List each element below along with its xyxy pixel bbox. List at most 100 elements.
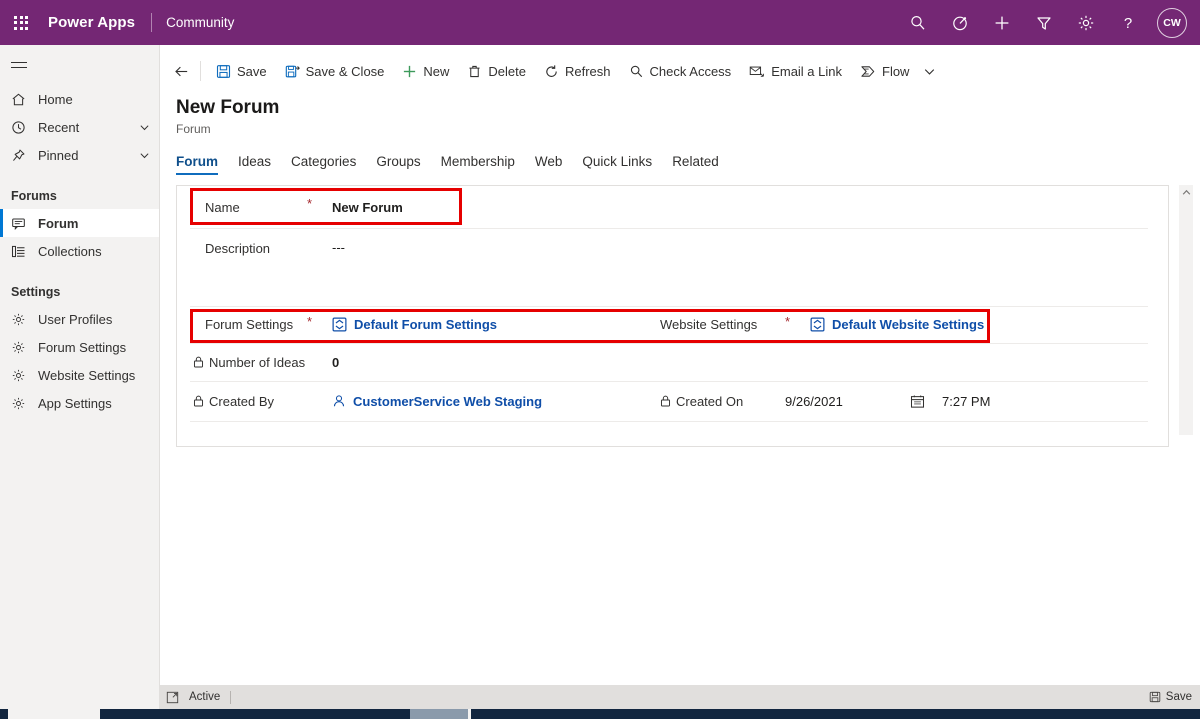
back-arrow-icon[interactable] (166, 56, 196, 86)
flow-button[interactable]: Flow (851, 56, 918, 86)
created-on-label-cell: Created On (660, 381, 785, 421)
gear-icon (11, 396, 29, 411)
website-settings-link[interactable]: Default Website Settings (832, 317, 984, 332)
sidebar-item-pinned[interactable]: Pinned (0, 141, 159, 169)
sidebar-group-settings: Settings (11, 285, 61, 299)
tab-related[interactable]: Related (672, 154, 719, 175)
forum-settings-link[interactable]: Default Forum Settings (354, 317, 497, 332)
hamburger-icon[interactable] (0, 45, 159, 85)
website-settings-label-cell: Website Settings (660, 306, 785, 343)
sidebar-item-collections[interactable]: Collections (0, 237, 159, 265)
delete-button[interactable]: Delete (458, 56, 535, 86)
name-label-cell: Name (177, 186, 307, 228)
gear-icon (11, 368, 29, 383)
lookup-record-icon (810, 317, 825, 332)
website-settings-required-marker: * (785, 314, 791, 329)
save-and-close-button[interactable]: Save & Close (276, 56, 394, 86)
name-value-cell[interactable]: New Forum (332, 186, 403, 228)
sidebar-item-forum-settings[interactable]: Forum Settings (0, 333, 159, 361)
expand-icon[interactable] (166, 691, 179, 704)
email-a-link-button[interactable]: Email a Link (740, 56, 851, 86)
save-close-icon (285, 64, 300, 79)
gear-icon[interactable] (1067, 4, 1105, 42)
page-title: New Forum (176, 97, 280, 118)
plus-icon[interactable] (983, 4, 1021, 42)
command-bar: Save Save & Close New Delete Refresh Che… (160, 55, 1200, 87)
created-by-link[interactable]: CustomerService Web Staging (353, 394, 542, 409)
number-of-ideas-value-cell: 0 (332, 343, 339, 381)
forum-settings-value-cell[interactable]: Default Forum Settings (332, 306, 660, 343)
chevron-down-icon[interactable] (918, 56, 940, 86)
created-by-value-cell[interactable]: CustomerService Web Staging (332, 381, 660, 421)
status-save-button[interactable]: Save (1149, 691, 1192, 703)
body-container: Home Recent Pinned Forums Forum Collecti… (0, 45, 1200, 719)
created-by-label-cell: Created By (177, 381, 307, 421)
sidebar-item-label: User Profiles (38, 311, 113, 327)
new-button[interactable]: New (393, 56, 458, 86)
calendar-icon[interactable] (910, 381, 942, 421)
assistant-icon[interactable] (941, 4, 979, 42)
sidebar-item-label: Home (38, 91, 73, 107)
sidebar-item-user-profiles[interactable]: User Profiles (0, 305, 159, 333)
form-scroll-area: Name * New Forum Description --- Forum S… (160, 175, 1200, 719)
app-root: Power Apps Community ? CW Home Recent Pi… (0, 0, 1200, 719)
created-by-label: Created By (193, 394, 274, 409)
sidebar-item-label: App Settings (38, 395, 112, 411)
chevron-down-icon[interactable] (137, 150, 151, 161)
search-icon[interactable] (899, 4, 937, 42)
sidebar-item-app-settings[interactable]: App Settings (0, 389, 159, 417)
svg-text:?: ? (1124, 15, 1132, 32)
sidebar-item-label: Forum (38, 215, 79, 231)
number-of-ideas-label-cell: Number of Ideas (177, 343, 307, 381)
gear-icon (11, 312, 29, 327)
check-access-button[interactable]: Check Access (620, 56, 741, 86)
chevron-down-icon[interactable] (137, 122, 151, 133)
horizontal-scrollbar[interactable] (160, 709, 1200, 719)
forum-settings-label: Forum Settings (205, 317, 294, 332)
name-label: Name (205, 199, 240, 215)
sidebar-item-home[interactable]: Home (0, 85, 159, 113)
save-button[interactable]: Save (207, 56, 276, 86)
description-value-cell[interactable]: --- (332, 228, 345, 306)
save-icon (1149, 691, 1161, 703)
brand-label[interactable]: Power Apps (48, 14, 135, 31)
status-bar: Active Save (160, 685, 1200, 709)
tab-membership[interactable]: Membership (441, 154, 515, 175)
number-of-ideas-value: 0 (332, 354, 340, 370)
app-name-label[interactable]: Community (166, 15, 234, 30)
field-row-name: Name * New Forum (177, 186, 1168, 228)
chevron-up-icon[interactable] (1179, 189, 1193, 196)
number-of-ideas-spacer (307, 343, 332, 381)
website-settings-value-cell[interactable]: Default Website Settings (810, 306, 984, 343)
sidebar: Home Recent Pinned Forums Forum Collecti… (0, 45, 160, 719)
help-icon[interactable]: ? (1109, 4, 1147, 42)
sidebar-item-label: Forum Settings (38, 339, 127, 355)
lock-icon (193, 395, 204, 407)
status-divider (230, 690, 232, 704)
tab-categories[interactable]: Categories (291, 154, 356, 175)
sidebar-item-recent[interactable]: Recent (0, 113, 159, 141)
page-header: New Forum Forum (160, 87, 1200, 138)
vertical-scrollbar[interactable] (1179, 185, 1193, 435)
form-card: Name * New Forum Description --- Forum S… (176, 185, 1169, 447)
tab-web[interactable]: Web (535, 154, 563, 175)
avatar[interactable]: CW (1157, 7, 1187, 38)
sidebar-item-label: Website Settings (38, 367, 136, 383)
website-settings-label: Website Settings (660, 317, 758, 332)
horizontal-scrollbar-thumb[interactable] (410, 709, 468, 719)
refresh-icon (544, 64, 559, 79)
sidebar-item-website-settings[interactable]: Website Settings (0, 361, 159, 389)
waffle-grid-icon[interactable] (6, 8, 36, 38)
field-row-description: Description --- (177, 228, 1168, 306)
tab-ideas[interactable]: Ideas (238, 154, 271, 175)
tab-groups[interactable]: Groups (376, 154, 420, 175)
tab-quick-links[interactable]: Quick Links (582, 154, 652, 175)
filter-icon[interactable] (1025, 4, 1063, 42)
sidebar-item-forum[interactable]: Forum (0, 209, 159, 237)
forum-settings-required-marker: * (307, 314, 313, 329)
tab-forum[interactable]: Forum (176, 154, 218, 175)
lookup-record-icon (332, 317, 347, 332)
refresh-button[interactable]: Refresh (535, 56, 620, 86)
flow-button-label: Flow (882, 63, 910, 79)
save-and-close-label: Save & Close (305, 63, 385, 79)
